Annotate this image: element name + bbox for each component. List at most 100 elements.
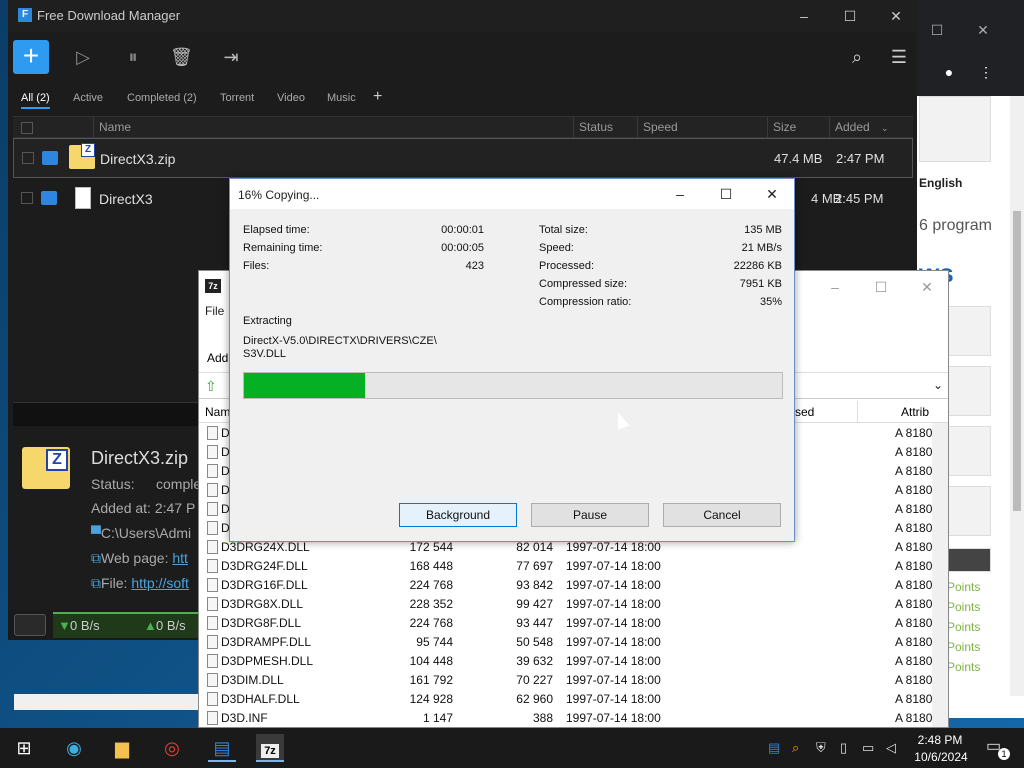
background-button[interactable]: Background — [399, 503, 517, 527]
points-link[interactable]: Points — [947, 580, 980, 594]
maximize-icon[interactable]: ☐ — [923, 18, 951, 42]
file-row[interactable]: D3DRG8X.DLL 228 352 99 427 1997-07-14 18:00… — [199, 595, 939, 614]
hscrollbar[interactable] — [14, 694, 198, 710]
chrome-icon[interactable]: ◎ — [158, 734, 186, 762]
scroll-thumb[interactable] — [1013, 211, 1021, 511]
menu-icon[interactable]: ☰ — [888, 46, 910, 68]
delete-icon[interactable]: 🗑 — [170, 46, 193, 68]
file-row[interactable]: D3DRG16F.DLL 224 768 93 842 1997-07-14 18:0… — [199, 576, 939, 595]
col-name[interactable]: Name — [99, 120, 131, 134]
tab-music[interactable]: Music — [327, 92, 356, 104]
total-size-value: 135 MB — [744, 224, 782, 236]
clock-date[interactable]: 10/6/2024 — [910, 750, 972, 764]
pause-button[interactable]: Pause — [531, 503, 649, 527]
file-row[interactable]: D3DRG8F.DLL 224 768 93 447 1997-07-14 18:00… — [199, 614, 939, 633]
col-added[interactable]: Added — [835, 120, 870, 134]
close-icon[interactable]: ✕ — [969, 18, 997, 42]
points-link[interactable]: Points — [947, 620, 980, 634]
resume-icon[interactable]: ▷ — [72, 46, 94, 68]
file-modified: 1997-07-14 18:00 — [566, 654, 661, 668]
security-shield-icon[interactable]: ⛨ — [816, 740, 826, 756]
file-packed-size: 77 697 — [516, 559, 553, 573]
close-icon[interactable]: ✕ — [913, 275, 941, 299]
file-row[interactable]: D3DRG24F.DLL 168 448 77 697 1997-07-14 18:0… — [199, 557, 939, 576]
col-status[interactable]: Status — [579, 120, 613, 134]
webpage-label: Web page: — [101, 550, 173, 566]
close-icon[interactable]: ✕ — [752, 182, 792, 206]
fdm-titlebar[interactable]: F Free Download Manager – ☐ ✕ — [8, 0, 917, 32]
col-speed[interactable]: Speed — [643, 120, 678, 134]
move-icon[interactable]: ⇥ — [220, 46, 242, 68]
fdm-taskbar-icon[interactable]: ▤ — [208, 734, 236, 762]
points-link[interactable]: Points — [947, 600, 980, 614]
volume-icon[interactable]: ◁ — [886, 740, 896, 756]
more-icon[interactable]: ⋮ — [972, 60, 1000, 84]
minimize-icon[interactable]: – — [821, 275, 849, 299]
menu-file[interactable]: File — [205, 304, 224, 318]
file-link[interactable]: http://soft — [131, 575, 189, 591]
minimize-icon[interactable]: – — [790, 4, 818, 28]
download-row[interactable]: Z DirectX3.zip 47.4 MB 2:47 PM — [13, 138, 913, 178]
points-link[interactable]: Points — [947, 640, 980, 654]
edge-icon[interactable]: ◉ — [60, 734, 88, 762]
language-selector[interactable]: English — [919, 176, 962, 190]
row-checkbox[interactable] — [22, 152, 34, 164]
add-tab-icon[interactable]: + — [373, 88, 382, 106]
chevron-down-icon[interactable]: ⌄ — [933, 378, 943, 392]
row-checkbox[interactable] — [21, 192, 33, 204]
details-path[interactable]: ▀C:\Users\Admi — [91, 525, 191, 541]
col-attributes[interactable]: Attrib — [901, 405, 929, 419]
file-row[interactable]: D3DHALF.DLL 124 928 62 960 1997-07-14 18:00… — [199, 690, 939, 709]
up-folder-icon[interactable]: ⇧ — [205, 378, 217, 395]
search-tray-icon[interactable]: ⌕ — [792, 740, 799, 756]
col-size[interactable]: Size — [773, 120, 796, 134]
7zip-taskbar-icon[interactable]: 7z — [256, 734, 284, 762]
ratio-label: Compression ratio: — [539, 296, 632, 308]
progress-bar — [243, 372, 783, 399]
minimize-icon[interactable]: – — [660, 182, 700, 206]
add-download-button[interactable]: + — [13, 40, 49, 74]
open-folder-icon[interactable] — [41, 191, 57, 205]
file-row[interactable]: D3DPMESH.DLL 104 448 39 632 1997-07-14 18:0… — [199, 652, 939, 671]
cancel-button[interactable]: Cancel — [663, 503, 781, 527]
maximize-icon[interactable]: ☐ — [836, 4, 864, 28]
pause-icon[interactable]: ⏸ — [122, 46, 144, 68]
dialog-titlebar[interactable]: 16% Copying... – ☐ ✕ — [230, 179, 794, 209]
file-row[interactable]: D3D.INF 1 147 388 1997-07-14 18:00 A 8180 — [199, 709, 939, 728]
col-name[interactable]: Nam — [205, 405, 230, 419]
download-added: 2:47 PM — [836, 151, 885, 166]
file-modified: 1997-07-14 18:00 — [566, 711, 661, 725]
fdm-tray-icon[interactable]: ▤ — [768, 740, 780, 756]
file-row[interactable]: D3DIM.DLL 161 792 70 227 1997-07-14 18:00 A … — [199, 671, 939, 690]
vscrollbar[interactable] — [932, 423, 948, 727]
tab-all[interactable]: All (2) — [21, 92, 50, 109]
search-icon[interactable]: ⌕ — [846, 46, 868, 68]
browser-scrollbar[interactable] — [1010, 96, 1024, 696]
maximize-icon[interactable]: ☐ — [867, 275, 895, 299]
download-added: 2:45 PM — [835, 191, 884, 206]
usb-icon[interactable]: ▯ — [840, 740, 847, 756]
points-link[interactable]: Points — [947, 660, 980, 674]
tab-active[interactable]: Active — [73, 92, 103, 104]
profile-icon[interactable]: ● — [935, 60, 963, 84]
start-windows-icon[interactable]: ⊞ — [10, 734, 38, 762]
close-icon[interactable]: ✕ — [882, 4, 910, 28]
tab-video[interactable]: Video — [277, 92, 305, 104]
clock-time[interactable]: 2:48 PM — [914, 733, 966, 747]
select-all-checkbox[interactable] — [21, 122, 33, 134]
file-attributes: A 8180 — [895, 692, 933, 706]
dll-file-icon — [207, 483, 218, 497]
file-explorer-icon[interactable]: ▆ — [108, 734, 136, 762]
file-row[interactable]: D3DRAMPF.DLL 95 744 50 548 1997-07-14 18:00… — [199, 633, 939, 652]
details-divider[interactable] — [13, 402, 203, 426]
tab-completed[interactable]: Completed (2) — [127, 92, 197, 104]
dll-file-icon — [207, 578, 218, 592]
tab-torrent[interactable]: Torrent — [220, 92, 254, 104]
open-folder-icon[interactable] — [42, 151, 58, 165]
details-status-label: Status: — [91, 476, 135, 492]
maximize-icon[interactable]: ☐ — [706, 182, 746, 206]
network-icon[interactable]: ▭ — [862, 740, 874, 756]
snail-mode-button[interactable] — [14, 614, 46, 636]
add-button-label[interactable]: Add — [207, 351, 228, 365]
webpage-link[interactable]: htt — [172, 550, 188, 566]
